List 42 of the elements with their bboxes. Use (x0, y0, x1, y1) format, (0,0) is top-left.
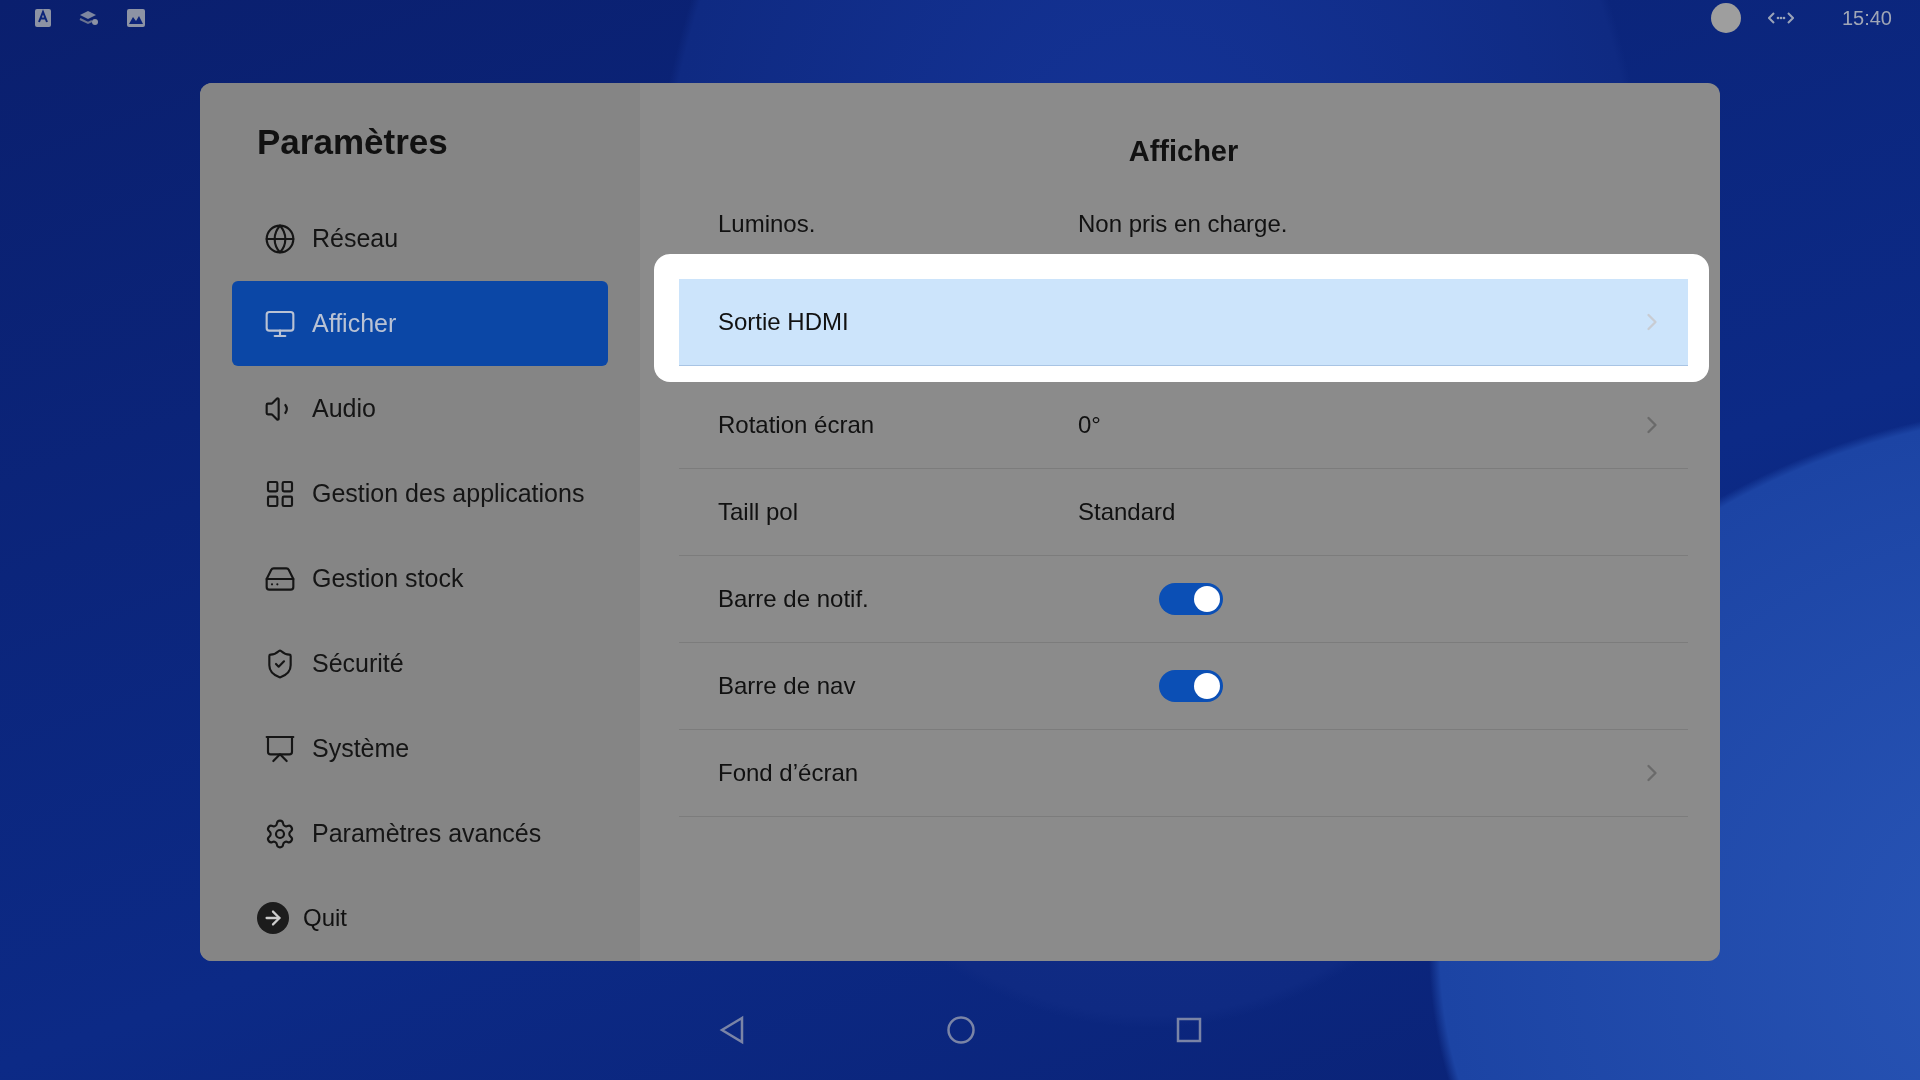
toggle-switch[interactable] (1159, 583, 1223, 615)
status-circle-icon (1709, 2, 1742, 34)
page-title: Afficher (1127, 134, 1240, 169)
settings-row[interactable]: Barre de notif. (679, 556, 1688, 643)
sidebar-title: Paramètres (257, 121, 449, 163)
layers-icon (78, 9, 100, 27)
row-label: Barre de nav (718, 672, 857, 700)
keyboard-icon (34, 8, 52, 28)
globe-icon (264, 222, 296, 255)
sidebar-item[interactable]: Paramètres avancés (232, 791, 608, 876)
arrow-circle-icon (257, 902, 289, 934)
row-value: Non pris en charge. (1078, 209, 1288, 238)
quit-button[interactable]: Quit (232, 889, 608, 947)
settings-row[interactable]: Fond d’écran (679, 730, 1688, 817)
row-label: Barre de notif. (718, 585, 870, 613)
row-label: Rotation écran (718, 411, 876, 439)
settings-row[interactable]: Taill pol Standard (679, 469, 1688, 556)
row-label: Luminos. (718, 209, 817, 238)
row-label: Sortie HDMI (718, 308, 850, 336)
settings-row[interactable]: Rotation écran 0° (679, 382, 1688, 469)
settings-row[interactable]: Sortie HDMI (679, 279, 1688, 366)
gear-icon (264, 817, 296, 850)
sidebar-item[interactable]: Audio (232, 366, 608, 451)
row-label: Fond d’écran (718, 759, 860, 787)
sidebar-item[interactable]: Gestion des applications (232, 451, 608, 536)
settings-row[interactable]: Luminos. Non pris en charge. (679, 194, 1688, 254)
recents-button[interactable] (1176, 1017, 1202, 1043)
settings-row[interactable]: Barre de nav (679, 643, 1688, 730)
row-value: Standard (1078, 498, 1176, 526)
home-button[interactable] (946, 1015, 976, 1045)
sidebar-item[interactable]: Sécurité (232, 621, 608, 706)
sidebar-item[interactable]: Afficher (232, 281, 608, 366)
code-arrows-icon (1767, 10, 1794, 26)
toggle-switch[interactable] (1159, 670, 1223, 702)
row-value: 0° (1078, 411, 1101, 439)
image-icon (126, 8, 146, 28)
sidebar-item[interactable]: Réseau (232, 196, 608, 281)
back-button[interactable] (718, 1015, 746, 1045)
sidebar-item[interactable]: Gestion stock (232, 536, 608, 621)
row-label: Taill pol (718, 498, 800, 526)
sidebar-item[interactable]: Système (232, 706, 608, 791)
clock-time: 15:40 (1841, 6, 1892, 30)
